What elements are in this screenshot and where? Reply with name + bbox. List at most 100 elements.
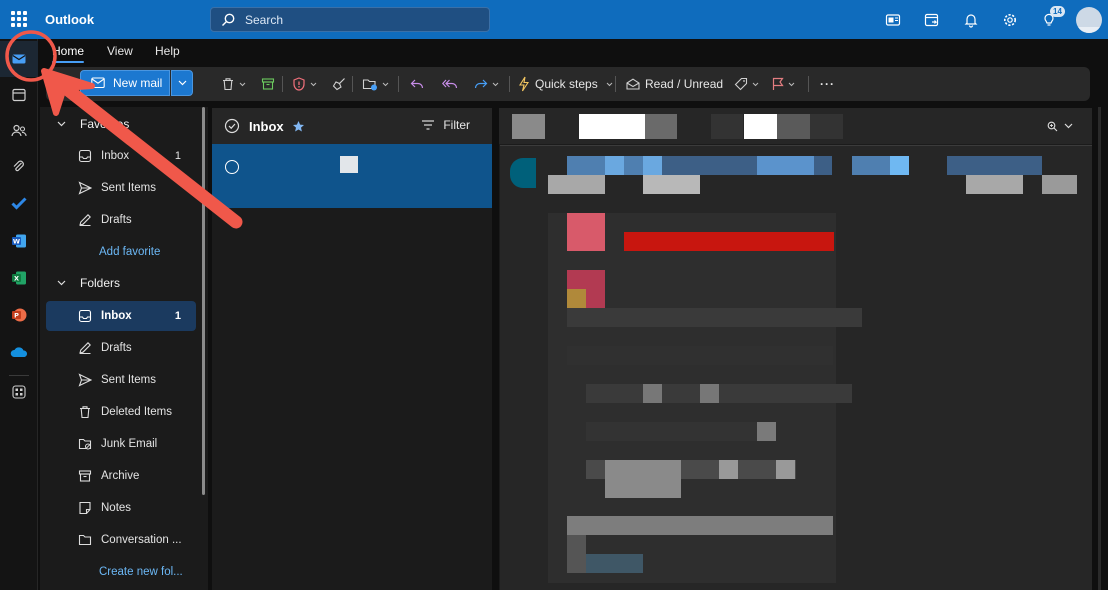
quick-steps-button[interactable]: Quick steps bbox=[518, 67, 613, 101]
lightbulb-icon[interactable]: 14 bbox=[1029, 0, 1068, 39]
folder-deleted-items[interactable]: Deleted Items bbox=[46, 397, 196, 427]
tab-home[interactable]: Home bbox=[52, 44, 85, 63]
flag-button[interactable] bbox=[772, 67, 795, 101]
forward-icon bbox=[474, 79, 488, 89]
new-mail-button[interactable]: New mail bbox=[80, 70, 170, 96]
folder-drafts[interactable]: Drafts bbox=[46, 333, 196, 363]
more-apps-icon[interactable] bbox=[0, 374, 38, 410]
archive-icon bbox=[261, 78, 275, 90]
redacted-logo bbox=[567, 213, 605, 251]
reading-pane bbox=[499, 108, 1092, 590]
folder-archive-label: Archive bbox=[101, 470, 140, 482]
redacted-subject bbox=[777, 114, 810, 139]
redacted-sender-name bbox=[643, 156, 662, 175]
redacted-recipients bbox=[548, 175, 605, 194]
folder-pane: Favorites Inbox 1 Sent Items Drafts Add … bbox=[40, 107, 208, 590]
reply-all-icon bbox=[442, 79, 458, 89]
svg-text:P: P bbox=[14, 312, 19, 320]
redacted-text-line bbox=[567, 535, 586, 573]
svg-text:X: X bbox=[14, 275, 19, 283]
folders-header[interactable]: Folders bbox=[40, 269, 200, 297]
add-favorite-link[interactable]: Add favorite bbox=[99, 246, 160, 258]
folder-sent-items[interactable]: Sent Items bbox=[46, 365, 196, 395]
list-title: Inbox bbox=[249, 118, 284, 134]
word-icon[interactable]: W bbox=[0, 223, 38, 259]
onedrive-icon[interactable] bbox=[0, 334, 38, 370]
inbox-icon bbox=[78, 149, 94, 163]
create-new-folder-link[interactable]: Create new fol... bbox=[99, 566, 183, 578]
message-select-checkbox[interactable] bbox=[225, 160, 239, 174]
reading-pane-scrollbar[interactable] bbox=[1098, 107, 1101, 590]
redacted-text-line bbox=[586, 422, 776, 441]
ribbon-separator bbox=[808, 76, 809, 92]
redacted-subject bbox=[512, 114, 545, 139]
unread-count: 1 bbox=[174, 150, 181, 162]
redacted-text-line bbox=[586, 384, 852, 403]
folder-inbox[interactable]: Inbox 1 bbox=[46, 301, 196, 331]
inbox-icon bbox=[78, 309, 94, 323]
search-input[interactable] bbox=[245, 12, 465, 27]
delete-button[interactable] bbox=[221, 67, 246, 101]
folder-pane-scrollbar[interactable] bbox=[202, 107, 205, 495]
new-mail-dropdown[interactable] bbox=[171, 70, 193, 96]
trash-icon bbox=[223, 78, 233, 91]
list-item[interactable] bbox=[212, 144, 492, 208]
reply-icon bbox=[410, 79, 424, 89]
top-actions: 14 bbox=[873, 0, 1108, 39]
people-icon[interactable] bbox=[0, 113, 38, 149]
filter-button[interactable]: Filter bbox=[421, 118, 470, 132]
mail-icon[interactable] bbox=[0, 41, 38, 77]
favorites-header[interactable]: Favorites bbox=[40, 110, 200, 138]
teams-meeting-icon[interactable] bbox=[873, 0, 912, 39]
folder-junk-email[interactable]: Junk Email bbox=[46, 429, 196, 459]
junk-folder-icon bbox=[78, 437, 94, 451]
bell-icon[interactable] bbox=[951, 0, 990, 39]
favorite-inbox[interactable]: Inbox 1 bbox=[46, 141, 196, 171]
title-bar: Outlook 14 bbox=[0, 0, 1108, 39]
pencil-icon bbox=[78, 341, 94, 355]
chevron-down-icon bbox=[239, 82, 246, 86]
reply-button[interactable] bbox=[410, 67, 424, 101]
search-box[interactable] bbox=[210, 7, 490, 32]
redacted-sender-name bbox=[757, 156, 814, 175]
tab-help[interactable]: Help bbox=[155, 44, 180, 58]
my-day-icon[interactable] bbox=[912, 0, 951, 39]
redacted-text-line bbox=[567, 308, 862, 327]
message-list-header: Inbox Filter bbox=[212, 108, 492, 144]
folder-archive[interactable]: Archive bbox=[46, 461, 196, 491]
powerpoint-icon[interactable]: P bbox=[0, 297, 38, 333]
report-button[interactable] bbox=[292, 67, 317, 101]
send-icon bbox=[78, 373, 94, 387]
more-options-button[interactable]: ··· bbox=[820, 67, 835, 101]
redacted-text-line bbox=[776, 460, 795, 479]
archive-button[interactable] bbox=[261, 67, 275, 101]
zoom-button[interactable] bbox=[1047, 119, 1077, 133]
categorize-button[interactable] bbox=[734, 67, 759, 101]
app-launcher-icon[interactable] bbox=[11, 11, 27, 27]
forward-button[interactable] bbox=[474, 67, 499, 101]
excel-icon[interactable]: X bbox=[0, 260, 38, 296]
calendar-icon[interactable] bbox=[0, 77, 38, 113]
favorite-star-icon[interactable] bbox=[292, 120, 305, 133]
reply-all-button[interactable] bbox=[442, 67, 458, 101]
tab-view[interactable]: View bbox=[107, 44, 133, 58]
todo-icon[interactable] bbox=[0, 185, 38, 221]
sweep-button[interactable] bbox=[332, 67, 346, 101]
app-title[interactable]: Outlook bbox=[45, 12, 94, 27]
gear-icon[interactable] bbox=[990, 0, 1029, 39]
select-all-icon[interactable] bbox=[224, 118, 240, 134]
attach-icon[interactable] bbox=[0, 149, 38, 185]
collapse-ribbon-icon[interactable] bbox=[56, 67, 68, 101]
avatar[interactable] bbox=[1076, 6, 1102, 33]
ribbon-toolbar: New mail Quick steps Read / Unread ··· bbox=[46, 67, 1090, 101]
folder-conversation-history[interactable]: Conversation ... bbox=[46, 525, 196, 555]
read-unread-button[interactable]: Read / Unread bbox=[626, 67, 723, 101]
move-to-button[interactable] bbox=[362, 67, 389, 101]
favorite-sent-items[interactable]: Sent Items bbox=[46, 173, 196, 203]
shield-icon bbox=[293, 77, 305, 91]
favorite-drafts[interactable]: Drafts bbox=[46, 205, 196, 235]
folder-notes[interactable]: Notes bbox=[46, 493, 196, 523]
chevron-down-icon bbox=[492, 82, 499, 86]
redacted-logo bbox=[567, 289, 586, 308]
quick-steps-label: Quick steps bbox=[535, 77, 598, 91]
